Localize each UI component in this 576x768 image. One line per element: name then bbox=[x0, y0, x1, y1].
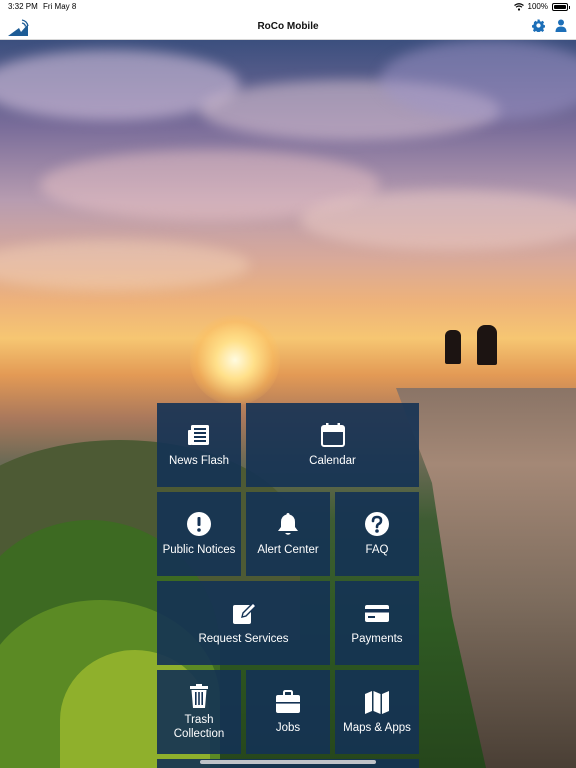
trash-collection-label-line2: Collection bbox=[173, 728, 225, 740]
bell-icon bbox=[278, 513, 298, 535]
news-flash-tile[interactable]: News Flash bbox=[157, 403, 241, 487]
maps-apps-tile[interactable]: Maps & Apps bbox=[335, 670, 419, 754]
status-time: 3:32 PM bbox=[8, 2, 38, 11]
person-icon[interactable] bbox=[555, 19, 567, 32]
newspaper-icon bbox=[188, 425, 209, 445]
nav-bar: RoCo Mobile bbox=[0, 14, 576, 40]
news-flash-label: News Flash bbox=[168, 455, 230, 467]
status-right: 100% bbox=[513, 2, 570, 11]
request-services-label: Request Services bbox=[198, 633, 289, 645]
faq-label: FAQ bbox=[365, 544, 389, 556]
status-bar: 3:32 PM Fri May 8 100% bbox=[0, 0, 576, 14]
home-indicator[interactable] bbox=[200, 760, 376, 764]
wifi-icon bbox=[513, 2, 524, 11]
public-notices-tile[interactable]: Public Notices bbox=[157, 492, 241, 576]
faq-tile[interactable]: FAQ bbox=[335, 492, 419, 576]
trash-collection-tile[interactable]: Trash Collection bbox=[157, 670, 241, 754]
alert-center-label: Alert Center bbox=[257, 544, 319, 556]
battery-icon bbox=[552, 2, 570, 11]
exclamation-icon bbox=[187, 512, 211, 536]
maps-apps-label: Maps & Apps bbox=[343, 722, 411, 734]
calendar-icon bbox=[320, 423, 345, 447]
jobs-tile[interactable]: Jobs bbox=[246, 670, 330, 754]
credit-card-icon bbox=[365, 605, 389, 622]
request-services-tile[interactable]: Request Services bbox=[157, 581, 330, 665]
alert-center-tile[interactable]: Alert Center bbox=[246, 492, 330, 576]
battery-percent: 100% bbox=[527, 2, 548, 11]
gear-icon[interactable] bbox=[532, 19, 545, 32]
pencil-icon bbox=[232, 602, 257, 624]
public-notices-label: Public Notices bbox=[162, 544, 236, 556]
map-icon bbox=[365, 691, 389, 714]
payments-label: Payments bbox=[351, 633, 403, 645]
jobs-label: Jobs bbox=[275, 722, 301, 734]
briefcase-icon bbox=[276, 690, 300, 713]
page-title: RoCo Mobile bbox=[257, 21, 319, 32]
calendar-label: Calendar bbox=[309, 455, 356, 467]
status-date: Fri May 8 bbox=[43, 2, 77, 11]
trash-collection-label-line1: Trash bbox=[184, 714, 214, 726]
payments-tile[interactable]: Payments bbox=[335, 581, 419, 665]
calendar-tile[interactable]: Calendar bbox=[246, 403, 419, 487]
trash-icon bbox=[190, 684, 208, 708]
sun bbox=[190, 315, 280, 405]
question-icon bbox=[365, 512, 389, 536]
